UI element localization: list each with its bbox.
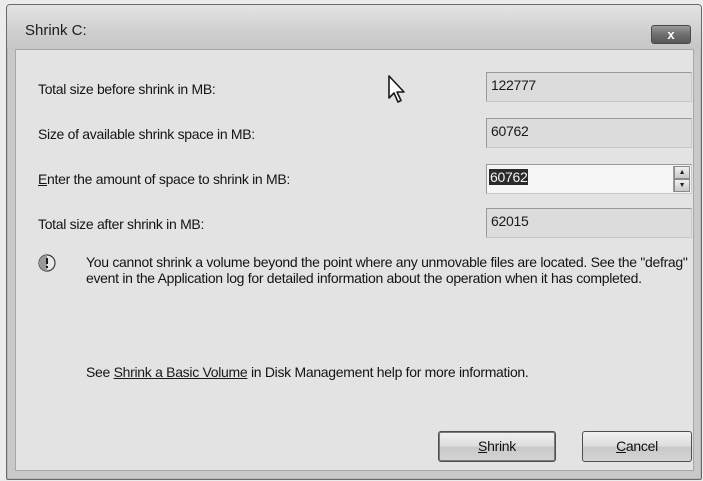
- amount-input[interactable]: 60762: [489, 169, 529, 185]
- available-shrink-value: 60762: [486, 118, 692, 148]
- total-before-text: 122777: [491, 77, 536, 93]
- spin-up-arrow-icon[interactable]: ▲: [674, 166, 690, 179]
- help-suffix: in Disk Management help for more informa…: [247, 364, 529, 380]
- amount-label-text: nter the amount of space to shrink in MB…: [47, 171, 290, 187]
- dialog-content: Total size before shrink in MB: 122777 S…: [15, 49, 694, 471]
- total-after-value: 62015: [486, 208, 692, 238]
- amount-label-mnemonic: E: [38, 171, 48, 187]
- available-shrink-text: 60762: [491, 123, 529, 139]
- info-message: You cannot shrink a volume beyond the po…: [86, 254, 688, 286]
- shrink-mnemonic: S: [478, 438, 488, 454]
- info-icon: [38, 254, 56, 272]
- cancel-button[interactable]: Cancel: [582, 431, 692, 462]
- total-before-value: 122777: [486, 72, 692, 102]
- cancel-label: ancel: [625, 438, 658, 454]
- total-after-label: Total size after shrink in MB:: [38, 216, 205, 232]
- available-shrink-label: Size of available shrink space in MB:: [38, 126, 255, 142]
- cancel-mnemonic: C: [616, 438, 626, 454]
- shrink-dialog: Shrink C: x Total size before shrink in …: [6, 4, 702, 480]
- shrink-label: hrink: [487, 438, 516, 454]
- close-button[interactable]: x: [651, 25, 691, 44]
- amount-label: Enter the amount of space to shrink in M…: [38, 171, 290, 187]
- mouse-pointer-icon: [388, 75, 405, 103]
- help-text: See Shrink a Basic Volume in Disk Manage…: [86, 364, 529, 380]
- amount-spinbox[interactable]: 60762 ▲ ▼: [486, 164, 692, 194]
- help-link[interactable]: Shrink a Basic Volume: [114, 364, 248, 380]
- shrink-button[interactable]: Shrink: [438, 431, 556, 462]
- window-title: Shrink C:: [25, 22, 87, 39]
- title-bar[interactable]: Shrink C: x: [7, 5, 701, 49]
- amount-spinner: ▲ ▼: [673, 166, 690, 192]
- spin-down-arrow-icon[interactable]: ▼: [674, 179, 690, 192]
- total-before-label: Total size before shrink in MB:: [38, 81, 216, 97]
- help-prefix: See: [86, 364, 114, 380]
- total-after-text: 62015: [491, 213, 529, 229]
